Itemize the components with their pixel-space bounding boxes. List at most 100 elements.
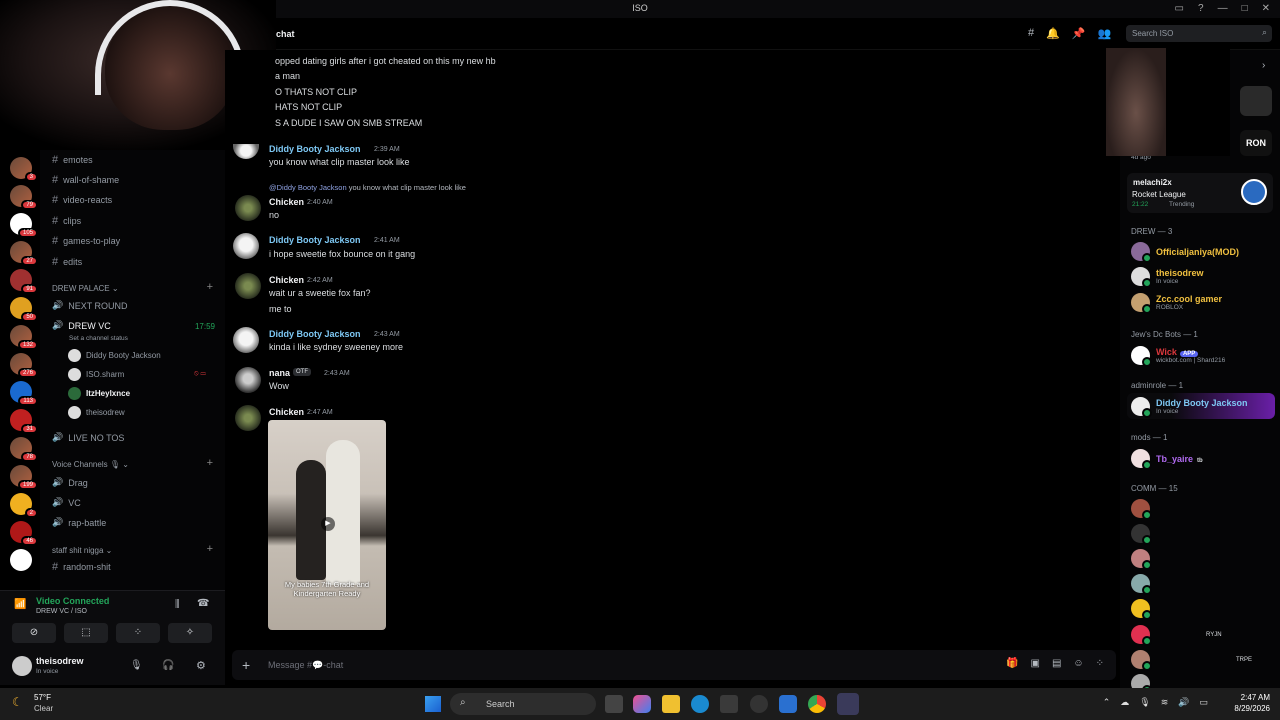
voice-channel-rap-battle[interactable]: 🔊 rap-battle: [52, 517, 106, 528]
avatar[interactable]: [233, 233, 259, 259]
server-icon[interactable]: 276: [10, 353, 38, 378]
channel-status-hint[interactable]: Set a channel status: [69, 335, 128, 342]
server-icon[interactable]: 2: [10, 493, 38, 518]
chrome-icon[interactable]: [808, 695, 826, 713]
message-author[interactable]: Diddy Booty Jackson: [269, 144, 361, 154]
activity-card[interactable]: melachi2x Rocket League 21:22 Trending: [1127, 173, 1273, 213]
member-item[interactable]: Tb_yaire tb: [1131, 449, 1203, 470]
gif-icon[interactable]: ▣: [1030, 658, 1039, 669]
message-composer[interactable]: + Message #💬-chat 🎁 ▣ ▤ ☺ ⁘: [232, 650, 1116, 680]
edge-icon[interactable]: [691, 695, 709, 713]
category-voice-channels[interactable]: Voice Channels 🎙 ⌄: [52, 460, 129, 469]
channel-clips[interactable]: # clips: [52, 215, 81, 227]
message-input[interactable]: Message #💬-chat: [268, 660, 343, 671]
file-explorer-icon[interactable]: [662, 695, 680, 713]
message-author[interactable]: Diddy Booty Jackson: [269, 329, 361, 339]
server-thumb[interactable]: RON: [1240, 130, 1272, 156]
video-attachment[interactable]: ▶ My babies 7th Grade and Kindergarten R…: [268, 420, 386, 630]
message-author[interactable]: Chicken: [269, 275, 304, 285]
channel-video-reacts[interactable]: # video-reacts: [52, 194, 112, 206]
server-icon[interactable]: 31: [10, 409, 38, 434]
discord-icon[interactable]: [837, 693, 859, 715]
server-icon[interactable]: 46: [10, 521, 38, 546]
maximize-icon[interactable]: □: [1242, 3, 1248, 14]
windows-start-icon[interactable]: [425, 696, 441, 712]
battery-icon[interactable]: ▭: [1199, 697, 1208, 708]
avatar[interactable]: [233, 327, 259, 353]
member-item[interactable]: Diddy Booty Jackson In voice: [1131, 397, 1248, 418]
members-icon[interactable]: 👥: [1098, 27, 1112, 40]
app-icon[interactable]: [750, 695, 768, 713]
soundboard-button[interactable]: ✧: [168, 623, 212, 643]
add-channel-icon[interactable]: +: [207, 281, 213, 293]
category-drew-palace[interactable]: DREW PALACE ⌄: [52, 284, 119, 293]
avatar[interactable]: [235, 273, 261, 299]
copilot-icon[interactable]: [633, 695, 651, 713]
store-icon[interactable]: [720, 695, 738, 713]
gift-icon[interactable]: 🎁: [1006, 658, 1018, 669]
minimize-icon[interactable]: —: [1218, 3, 1228, 14]
screen-share-button[interactable]: ⬚: [64, 623, 108, 643]
mic-tray-icon[interactable]: 🎙: [1139, 697, 1150, 708]
message-author[interactable]: Chicken: [269, 197, 304, 207]
message-author[interactable]: Chicken: [269, 407, 304, 417]
sticker-icon[interactable]: ▤: [1052, 658, 1061, 669]
gear-icon[interactable]: ⚙: [196, 659, 206, 672]
threads-icon[interactable]: #: [1028, 27, 1034, 40]
weather-icon[interactable]: ☾: [12, 695, 23, 709]
member-item[interactable]: [1131, 574, 1152, 595]
app-icon[interactable]: [779, 695, 797, 713]
server-icon[interactable]: 79: [10, 185, 38, 210]
voice-location[interactable]: DREW VC / ISO: [36, 608, 87, 615]
server-icon[interactable]: 91: [10, 269, 38, 294]
message-author[interactable]: Diddy Booty Jackson: [269, 235, 361, 245]
pin-icon[interactable]: 📌: [1072, 27, 1086, 40]
add-channel-icon[interactable]: +: [207, 457, 213, 469]
server-icon[interactable]: 50: [10, 297, 38, 322]
add-attachment-icon[interactable]: +: [242, 657, 250, 673]
chevron-right-icon[interactable]: ›: [1262, 60, 1265, 71]
member-item[interactable]: RYJN: [1131, 625, 1222, 646]
member-item[interactable]: Officialjaniya(MOD): [1131, 242, 1239, 263]
server-icon[interactable]: 132: [10, 325, 38, 350]
signal-icon[interactable]: 📶: [14, 599, 26, 610]
emoji-icon[interactable]: ☺: [1073, 658, 1083, 669]
activities-button[interactable]: ⁘: [116, 623, 160, 643]
clock-date[interactable]: 8/29/2026: [1234, 703, 1270, 714]
server-icon[interactable]: 105: [10, 213, 38, 238]
inbox-icon[interactable]: ▭: [1175, 3, 1184, 14]
category-staff[interactable]: staff shit nigga ⌄: [52, 546, 112, 555]
member-item[interactable]: TRPE: [1131, 650, 1252, 671]
apps-icon[interactable]: ⁘: [1096, 658, 1104, 669]
add-channel-icon[interactable]: +: [207, 543, 213, 555]
voice-user[interactable]: ISO.sharm: [68, 368, 124, 381]
member-item[interactable]: [1131, 599, 1152, 620]
server-icon[interactable]: 199: [10, 465, 38, 490]
server-icon[interactable]: 78: [10, 437, 38, 462]
channel-edits[interactable]: # edits: [52, 256, 82, 268]
disconnect-icon[interactable]: ☎: [197, 598, 209, 609]
server-icon-selected[interactable]: [10, 549, 32, 571]
camera-toggle-button[interactable]: ⊘: [12, 623, 56, 643]
voice-channel-live-no-tos[interactable]: 🔊 LIVE NO TOS: [52, 432, 124, 443]
clock-time[interactable]: 2:47 AM: [1234, 692, 1270, 703]
server-icon[interactable]: 3: [10, 157, 38, 182]
server-thumb[interactable]: [1240, 86, 1272, 116]
member-item[interactable]: [1131, 524, 1152, 545]
voice-user[interactable]: Diddy Booty Jackson: [68, 349, 161, 362]
avatar[interactable]: [233, 144, 259, 159]
noise-suppression-icon[interactable]: ⫼: [175, 599, 180, 610]
member-item[interactable]: theisodrew In voice: [1131, 267, 1204, 288]
voice-channel-vc[interactable]: 🔊 VC: [52, 497, 81, 508]
network-icon[interactable]: ☁: [1120, 697, 1129, 708]
voice-channel-drag[interactable]: 🔊 Drag: [52, 477, 88, 488]
avatar[interactable]: [235, 195, 261, 221]
voice-user[interactable]: theisodrew: [68, 406, 125, 419]
voice-channel-drew-vc[interactable]: 🔊 DREW VC: [52, 320, 111, 331]
channel-wall-of-shame[interactable]: # wall-of-shame: [52, 174, 119, 186]
channel-emotes[interactable]: # emotes: [52, 154, 93, 166]
headphones-icon[interactable]: 🎧: [162, 660, 174, 671]
member-item[interactable]: Wick APP wickbot.com | Shard216: [1131, 346, 1225, 367]
message-author[interactable]: nana: [269, 368, 290, 378]
reply-preview[interactable]: @Diddy Booty Jackson you know what clip …: [269, 183, 466, 192]
